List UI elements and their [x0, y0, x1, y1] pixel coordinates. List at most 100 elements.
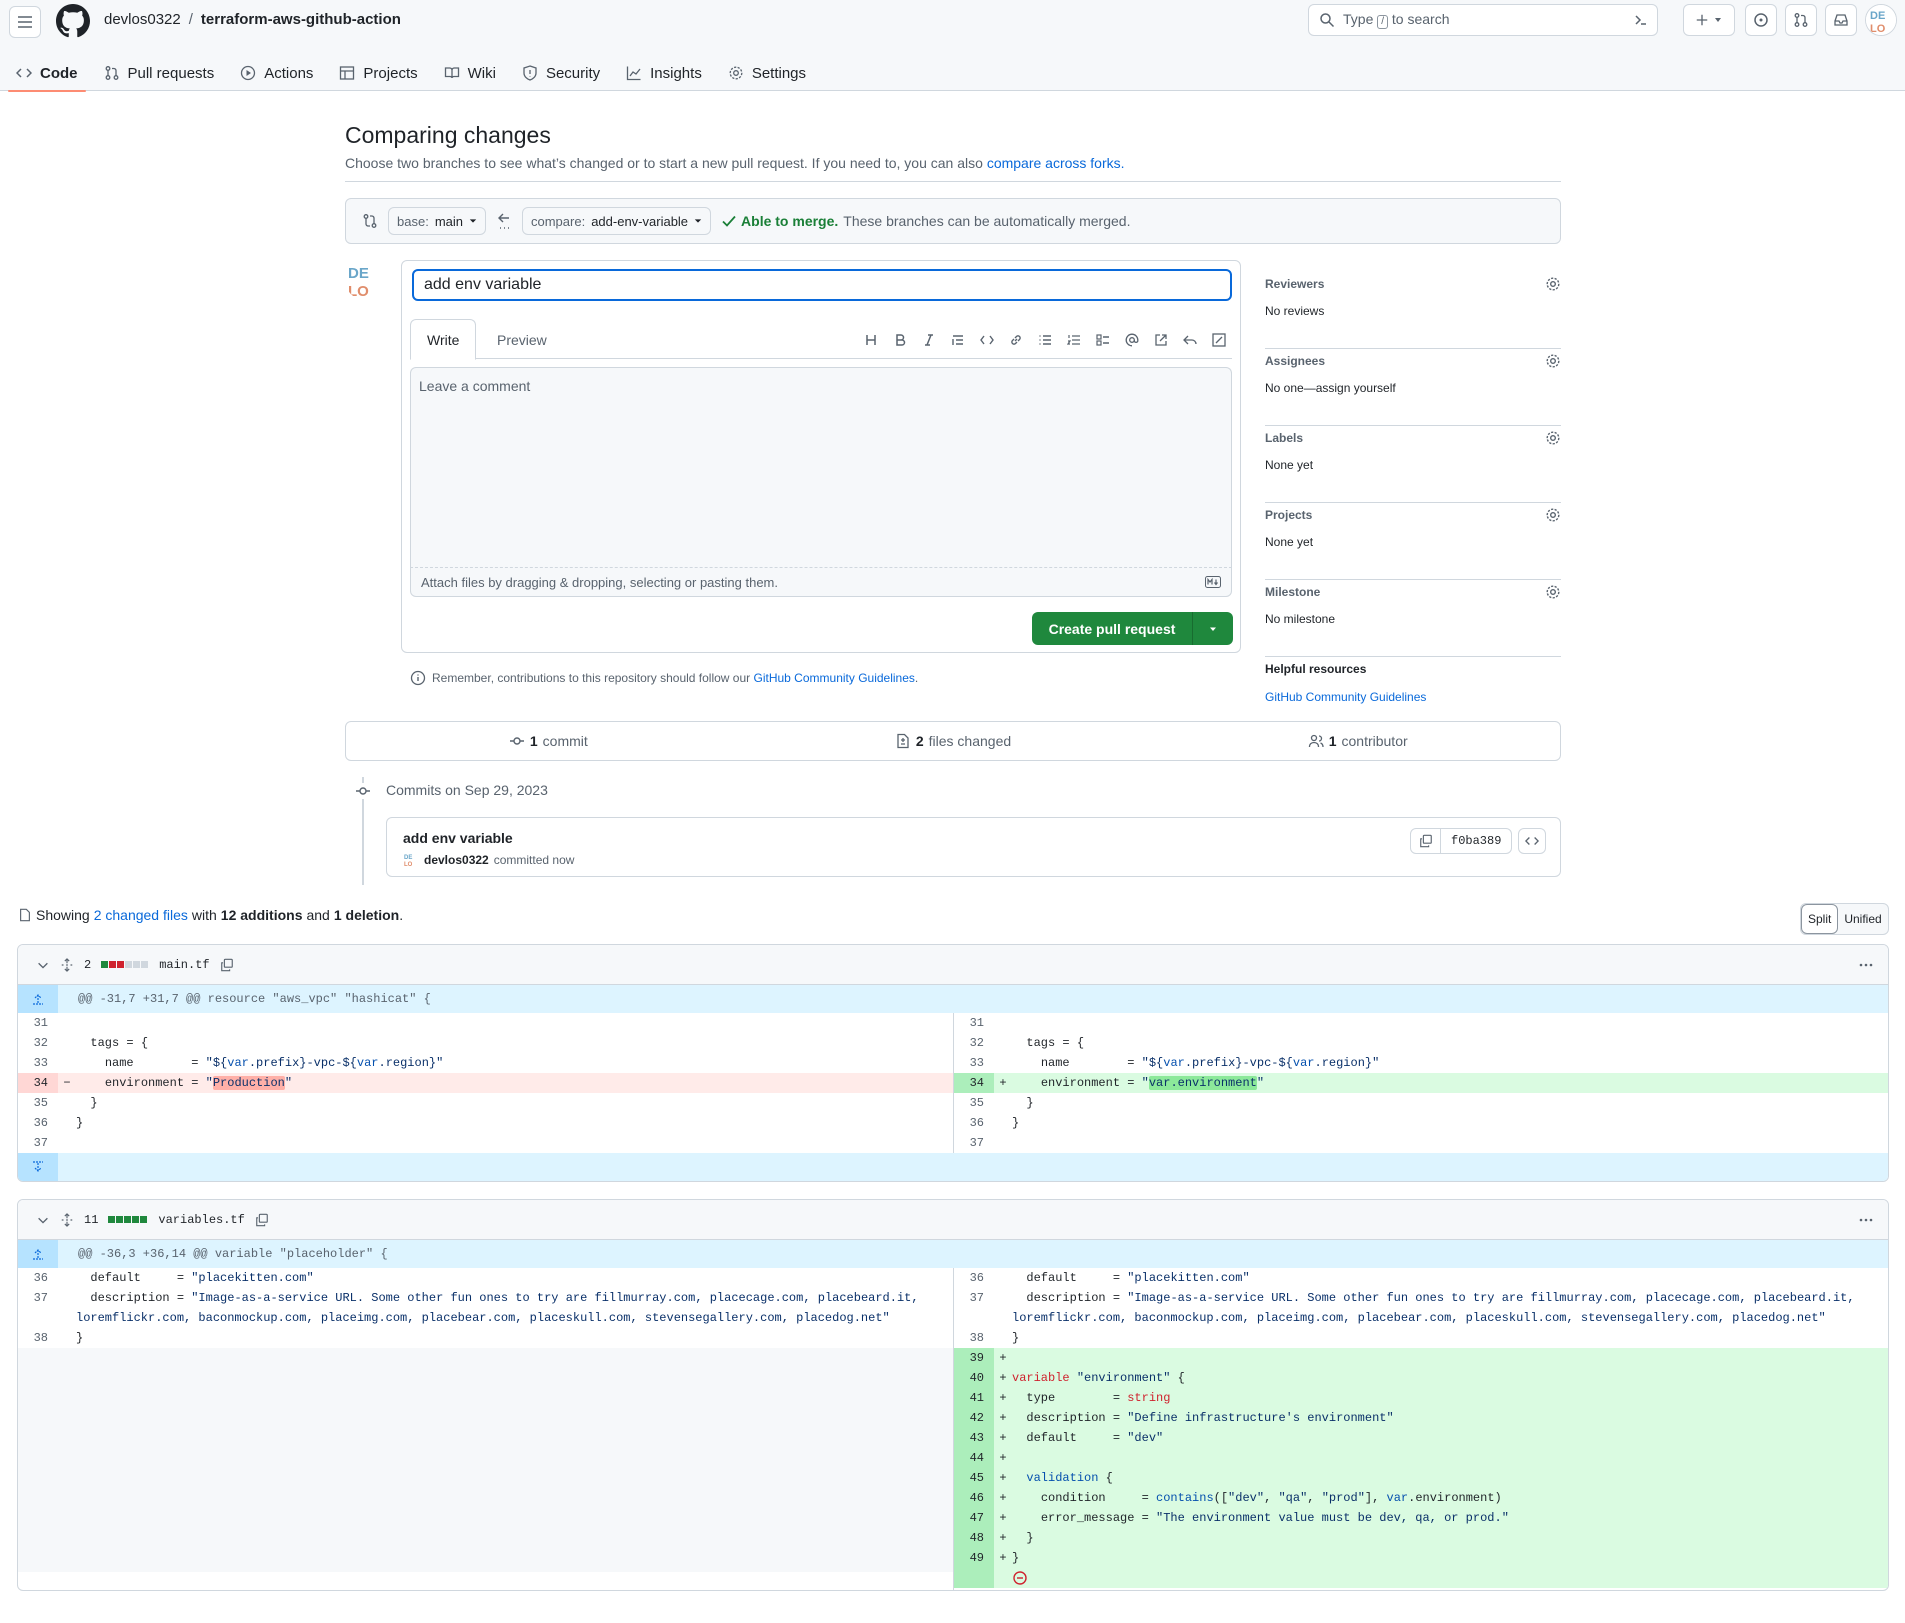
commit-author-avatar[interactable]: DE LO	[403, 852, 419, 868]
diff-line: 36 default = "placekitten.com"	[33, 1271, 314, 1285]
tab-settings[interactable]: Settings	[728, 56, 806, 90]
create-pull-request-button[interactable]: Create pull request	[1032, 612, 1233, 645]
mention-icon[interactable]	[1123, 331, 1141, 349]
unified-view-button[interactable]: Unified	[1838, 904, 1887, 934]
diff-line: 35 }	[33, 1096, 98, 1110]
comment-textarea[interactable]: Leave a comment	[410, 367, 1232, 567]
base-branch-select[interactable]: base: main	[388, 207, 486, 235]
tab-code[interactable]: Code	[8, 56, 85, 92]
author-avatar[interactable]: DE LO	[345, 260, 385, 300]
italic-icon[interactable]	[920, 331, 938, 349]
menu-button[interactable]	[9, 6, 41, 38]
bold-icon[interactable]	[891, 331, 909, 349]
reviewers-gear-icon[interactable]	[1545, 276, 1561, 292]
attach-files-area[interactable]: Attach files by dragging & dropping, sel…	[410, 567, 1232, 597]
kebab-menu-icon[interactable]	[1858, 957, 1874, 973]
helpful-guidelines-link[interactable]: GitHub Community Guidelines	[1265, 690, 1426, 704]
code-icon	[16, 68, 32, 78]
reviewers-section: Reviewers No reviews	[1265, 272, 1561, 349]
pull-requests-button[interactable]	[1785, 4, 1817, 36]
expand-down-icon[interactable]	[18, 1153, 58, 1181]
commit-sha[interactable]: f0ba389	[1441, 834, 1511, 848]
people-icon	[1308, 734, 1324, 748]
task-list-icon[interactable]	[1094, 331, 1112, 349]
unordered-list-icon[interactable]	[1036, 331, 1054, 349]
expand-up-icon[interactable]	[18, 985, 58, 1013]
projects-section: Projects None yet	[1265, 503, 1561, 580]
tab-wiki[interactable]: Wiki	[444, 56, 496, 90]
copy-icon[interactable]	[255, 1213, 269, 1227]
file-name[interactable]: main.tf	[159, 958, 209, 972]
expand-up-icon[interactable]	[18, 1240, 58, 1268]
ordered-list-icon[interactable]	[1065, 331, 1083, 349]
owner-link[interactable]: devlos0322	[104, 11, 181, 28]
kebab-menu-icon[interactable]	[1858, 1212, 1874, 1228]
app-header: devlos0322 / terraform-aws-github-action…	[0, 0, 1905, 92]
helpful-resources: Helpful resources GitHub Community Guide…	[1265, 662, 1427, 704]
milestone-gear-icon[interactable]	[1545, 584, 1561, 600]
compare-forks-link[interactable]: compare across forks.	[987, 155, 1125, 171]
compare-branch-select[interactable]: compare: add-env-variable	[522, 207, 712, 235]
no-entry-icon	[1013, 1571, 1027, 1585]
commit-message[interactable]: add env variable	[403, 830, 513, 846]
diff-summary: Showing 2 changed files with 12 addition…	[18, 907, 403, 923]
tab-insights[interactable]: Insights	[626, 56, 702, 90]
projects-gear-icon[interactable]	[1545, 507, 1561, 523]
browse-code-button[interactable]	[1518, 828, 1546, 854]
file-name[interactable]: variables.tf	[158, 1213, 244, 1227]
user-avatar[interactable]: DE LO	[1865, 4, 1897, 36]
tab-preview[interactable]: Preview	[481, 319, 563, 360]
unfold-icon[interactable]	[60, 957, 74, 972]
hunk-header: @@ -31,7 +31,7 @@ resource "aws_vpc" "ha…	[18, 985, 1888, 1013]
svg-text:LO: LO	[404, 862, 413, 868]
unfold-icon[interactable]	[60, 1212, 74, 1227]
chevron-down-icon[interactable]	[36, 958, 50, 972]
changed-files-link[interactable]: 2 changed files	[94, 907, 188, 923]
command-palette-icon[interactable]	[1633, 12, 1649, 28]
breadcrumb: devlos0322 / terraform-aws-github-action	[104, 11, 401, 28]
search-placeholder: Type / to search	[1343, 11, 1450, 29]
diff-body: 36 default = "placekitten.com" 37 descri…	[18, 1268, 1888, 1590]
guidelines-link[interactable]: GitHub Community Guidelines	[754, 671, 915, 685]
heading-icon[interactable]	[862, 331, 880, 349]
chevron-down-icon[interactable]	[36, 1213, 50, 1227]
split-view-button[interactable]: Split	[1801, 904, 1839, 934]
github-logo-icon[interactable]	[56, 4, 90, 38]
plus-icon	[1696, 14, 1708, 26]
diff-line-no-newline	[954, 1568, 1888, 1588]
tab-pull-requests[interactable]: Pull requests	[104, 56, 214, 90]
copy-sha-button[interactable]	[1411, 828, 1441, 854]
create-options-dropdown[interactable]	[1192, 612, 1233, 645]
assignees-gear-icon[interactable]	[1545, 353, 1561, 369]
diff-left: 31 32 tags = { 33 name = "${var.prefix}-…	[18, 1013, 953, 1153]
tab-security[interactable]: Security	[522, 56, 600, 90]
contributors-stat[interactable]: 1 contributor	[1155, 733, 1560, 749]
issues-button[interactable]	[1745, 4, 1777, 36]
search-input[interactable]: Type / to search	[1308, 4, 1658, 36]
cross-reference-icon[interactable]	[1152, 331, 1170, 349]
link-icon[interactable]	[1007, 331, 1025, 349]
tab-projects[interactable]: Projects	[339, 56, 418, 90]
diff-line-added: 47 + error_message = "The environment val…	[954, 1508, 1888, 1528]
tab-write[interactable]: Write	[410, 319, 477, 360]
code-icon[interactable]	[978, 331, 996, 349]
commit-author[interactable]: devlos0322	[424, 853, 489, 867]
commits-stat[interactable]: 1 commit	[346, 733, 751, 749]
hunk-footer	[18, 1153, 1888, 1181]
contribution-notice: Remember, contributions to this reposito…	[410, 670, 918, 686]
reply-icon[interactable]	[1181, 331, 1199, 349]
diff-line: 37	[33, 1136, 48, 1150]
quote-icon[interactable]	[949, 331, 967, 349]
copy-icon[interactable]	[220, 958, 234, 972]
diff-line: 36}	[969, 1116, 1020, 1130]
git-compare-icon	[363, 214, 377, 228]
create-new-button[interactable]	[1683, 4, 1735, 36]
labels-gear-icon[interactable]	[1545, 430, 1561, 446]
diff-right: 31 32 tags = { 33 name = "${var.prefix}-…	[953, 1013, 1888, 1153]
repo-link[interactable]: terraform-aws-github-action	[201, 11, 401, 28]
files-changed-stat[interactable]: 2 files changed	[751, 733, 1156, 749]
pr-title-input[interactable]: add env variable	[412, 269, 1232, 301]
tab-actions[interactable]: Actions	[240, 56, 313, 90]
fullscreen-icon[interactable]	[1210, 331, 1228, 349]
inbox-button[interactable]	[1825, 4, 1857, 36]
